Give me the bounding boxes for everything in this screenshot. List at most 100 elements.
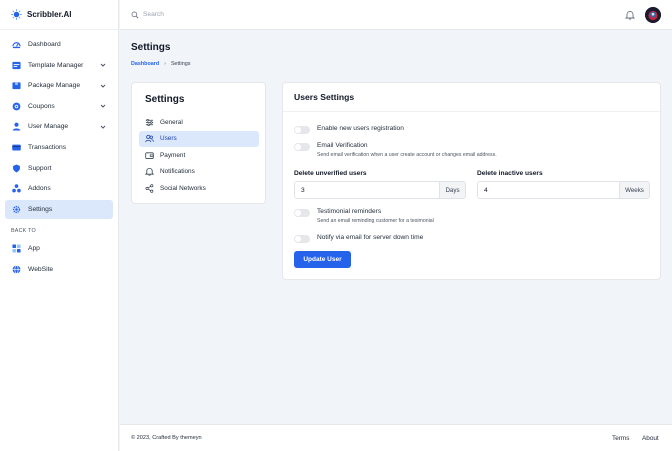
- weeks-addon: Weeks: [619, 182, 649, 198]
- bell-icon: [145, 167, 154, 176]
- settings-menu-general[interactable]: General: [139, 114, 259, 131]
- settings-menu-payment[interactable]: Payment: [139, 147, 259, 164]
- chevron-down-icon: [99, 102, 107, 110]
- chevron-down-icon: [99, 82, 107, 90]
- breadcrumb-separator: ›: [164, 61, 166, 67]
- delete-unverified-group: Days: [294, 181, 466, 199]
- sidebar-item-label: Settings: [28, 205, 53, 213]
- sidebar-item-label: Addons: [28, 185, 51, 193]
- delete-unverified-label: Delete unverified users: [294, 170, 367, 177]
- search-icon: [131, 11, 139, 19]
- footer-copyright: © 2023, Crafted By themeyn: [131, 435, 202, 441]
- sliders-icon: [145, 118, 154, 127]
- globe-icon: [12, 265, 21, 274]
- breadcrumb-link-dashboard[interactable]: Dashboard: [131, 61, 159, 67]
- brand-name: Scribbler.AI: [27, 10, 72, 19]
- grid-icon: [12, 244, 21, 253]
- page-title: Settings: [131, 42, 171, 53]
- sidebar-item-label: App: [28, 245, 40, 253]
- enable-registration-toggle[interactable]: [294, 126, 310, 134]
- settings-menu-notifications[interactable]: Notifications: [139, 164, 259, 181]
- coupon-icon: [12, 102, 21, 111]
- chevron-down-icon: [99, 61, 107, 69]
- sidebar-item-addons[interactable]: Addons: [5, 179, 113, 198]
- notify-down-text: Notify via email for server down time: [317, 234, 423, 241]
- users-settings-card: Users Settings Enable new users registra…: [282, 82, 661, 280]
- card-icon: [12, 143, 21, 152]
- breadcrumb-current: Settings: [170, 61, 191, 67]
- sidebar: Scribbler.AI Dashboard Template Manager …: [0, 0, 119, 451]
- dashboard-icon: [12, 40, 21, 49]
- footer: © 2023, Crafted By themeyn Terms About: [120, 424, 672, 451]
- settings-menu-label: Notifications: [160, 168, 195, 176]
- share-icon: [145, 184, 154, 193]
- sidebar-nav: Dashboard Template Manager Package Manag…: [0, 30, 118, 219]
- delete-inactive-label: Delete inactive users: [477, 170, 543, 177]
- users-icon: [145, 134, 154, 143]
- user-icon: [12, 122, 21, 131]
- sidebar-item-support[interactable]: Support: [5, 159, 113, 178]
- testimonial-label: Testimonial reminders: [317, 208, 382, 215]
- logo-icon: [11, 9, 22, 20]
- email-verification-row: Email Verification Send email verificati…: [294, 142, 497, 158]
- days-addon: Days: [439, 182, 465, 198]
- settings-menu-card: Settings General Users Payment Notificat…: [131, 82, 266, 204]
- enable-registration-row: Enable new users registration: [294, 125, 404, 134]
- footer-link-terms[interactable]: Terms: [612, 435, 629, 442]
- testimonial-toggle[interactable]: [294, 209, 310, 217]
- sidebar-item-app[interactable]: App: [5, 239, 113, 258]
- delete-inactive-group: Weeks: [477, 181, 650, 199]
- sidebar-item-label: WebSite: [28, 265, 54, 273]
- chevron-down-icon: [99, 123, 107, 131]
- sidebar-item-package-manage[interactable]: Package Manage: [5, 76, 113, 95]
- settings-menu-title: Settings: [145, 94, 185, 105]
- email-verification-help: Send email verification when a user crea…: [317, 152, 497, 158]
- sidebar-item-transactions[interactable]: Transactions: [5, 138, 113, 157]
- sidebar-item-label: Template Manager: [28, 61, 84, 69]
- package-icon: [12, 81, 21, 90]
- sidebar-item-template-manager[interactable]: Template Manager: [5, 56, 113, 75]
- sidebar-item-user-manage[interactable]: User Manage: [5, 117, 113, 136]
- settings-menu-users[interactable]: Users: [139, 130, 259, 147]
- brand[interactable]: Scribbler.AI: [0, 0, 118, 30]
- bell-icon[interactable]: [625, 10, 635, 20]
- template-icon: [12, 61, 21, 70]
- delete-inactive-input[interactable]: [478, 182, 619, 198]
- wallet-icon: [145, 151, 154, 160]
- divider: [283, 111, 660, 112]
- avatar[interactable]: [645, 7, 661, 23]
- settings-menu-social-networks[interactable]: Social Networks: [139, 180, 259, 197]
- breadcrumb: Dashboard › Settings: [131, 61, 190, 67]
- update-user-button[interactable]: Update User: [294, 251, 351, 268]
- topbar: [120, 0, 672, 30]
- sidebar-item-label: User Manage: [28, 123, 69, 131]
- enable-registration-text: Enable new users registration: [317, 125, 404, 132]
- sidebar-item-settings[interactable]: Settings: [5, 199, 113, 219]
- testimonial-row: Testimonial reminders Send an email remi…: [294, 208, 434, 224]
- settings-menu-label: Payment: [160, 151, 186, 159]
- gear-icon: [12, 205, 21, 214]
- email-verification-toggle[interactable]: [294, 143, 310, 151]
- settings-menu-label: Social Networks: [160, 184, 206, 192]
- sidebar-item-website[interactable]: WebSite: [5, 260, 113, 279]
- sidebar-item-dashboard[interactable]: Dashboard: [5, 35, 113, 54]
- sidebar-item-label: Support: [28, 164, 52, 172]
- notify-down-label: Notify via email for server down time: [317, 234, 424, 241]
- footer-link-about[interactable]: About: [642, 435, 659, 442]
- sidebar-item-coupons[interactable]: Coupons: [5, 97, 113, 116]
- testimonial-help: Send an email reminding customer for a t…: [317, 218, 434, 224]
- sidebar-item-label: Dashboard: [28, 41, 61, 48]
- enable-registration-label: Enable new users registration: [317, 125, 404, 132]
- search-input[interactable]: [143, 11, 343, 18]
- email-verification-label: Email Verification: [317, 142, 368, 149]
- notify-down-toggle[interactable]: [294, 235, 310, 243]
- notify-down-row: Notify via email for server down time: [294, 234, 423, 243]
- addons-icon: [12, 184, 21, 193]
- testimonial-text: Testimonial reminders Send an email remi…: [317, 208, 434, 224]
- settings-menu-label: Users: [160, 135, 177, 143]
- settings-menu-list: General Users Payment Notifications Soci…: [139, 114, 259, 197]
- sidebar-item-label: Coupons: [28, 102, 55, 110]
- back-to-heading: BACK TO: [11, 228, 36, 235]
- sidebar-item-label: Package Manage: [28, 82, 81, 90]
- delete-unverified-input[interactable]: [295, 182, 439, 198]
